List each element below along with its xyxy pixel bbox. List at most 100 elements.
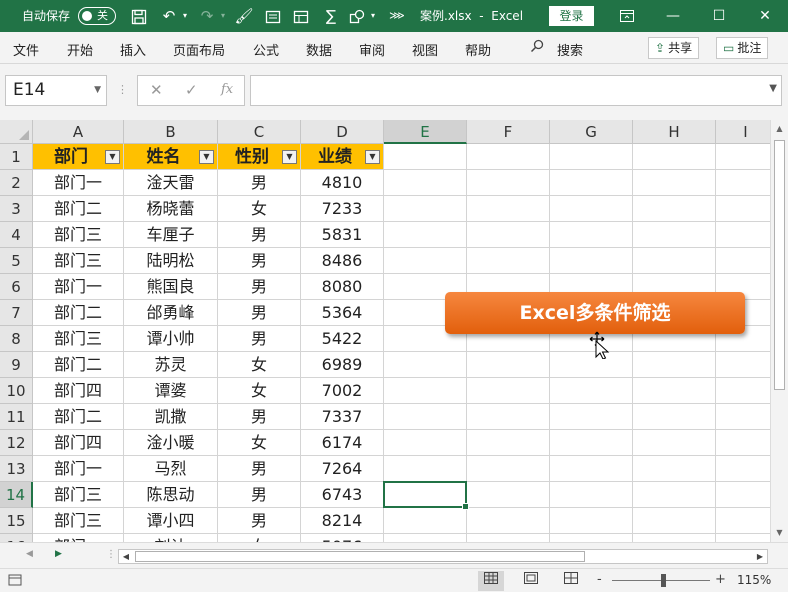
- cell[interactable]: 5364: [301, 300, 384, 326]
- filter-dropdown-icon[interactable]: ▼: [199, 150, 214, 164]
- scroll-up-icon[interactable]: ▲: [771, 124, 788, 133]
- cell[interactable]: 5831: [301, 222, 384, 248]
- cell[interactable]: 车厘子: [124, 222, 218, 248]
- cell[interactable]: [550, 248, 633, 274]
- filter-dropdown-icon[interactable]: ▼: [105, 150, 120, 164]
- row-header-11[interactable]: 11: [0, 404, 33, 430]
- cell[interactable]: [716, 534, 770, 542]
- menu-item-help[interactable]: 帮助: [465, 40, 491, 59]
- row-header-10[interactable]: 10: [0, 378, 33, 404]
- column-header-f[interactable]: F: [467, 120, 550, 144]
- maximize-icon[interactable]: ☐: [696, 0, 742, 32]
- insert-function-icon[interactable]: fx: [221, 82, 233, 97]
- search-label[interactable]: 搜索: [557, 40, 583, 59]
- cell[interactable]: 女: [218, 378, 301, 404]
- comments-button[interactable]: ▭ 批注: [716, 37, 769, 59]
- redo-dropdown-icon[interactable]: ▾: [212, 0, 234, 32]
- row-header-2[interactable]: 2: [0, 170, 33, 196]
- active-cell-selection[interactable]: [383, 481, 469, 510]
- cell[interactable]: 7264: [301, 456, 384, 482]
- cell[interactable]: 4810: [301, 170, 384, 196]
- cell[interactable]: [384, 144, 467, 170]
- cancel-icon[interactable]: ✕: [150, 81, 163, 99]
- cell[interactable]: 6174: [301, 430, 384, 456]
- autosave-toggle[interactable]: 关: [78, 7, 116, 25]
- cell[interactable]: 男: [218, 326, 301, 352]
- cell[interactable]: 部门二: [33, 300, 124, 326]
- cell[interactable]: [716, 170, 770, 196]
- cell[interactable]: [467, 170, 550, 196]
- login-button[interactable]: 登录: [549, 6, 594, 26]
- cell[interactable]: [467, 456, 550, 482]
- ribbon-display-icon[interactable]: [604, 0, 650, 32]
- cell[interactable]: 8486: [301, 248, 384, 274]
- select-all-corner[interactable]: [0, 120, 33, 144]
- cell[interactable]: 谭婆: [124, 378, 218, 404]
- row-header-6[interactable]: 6: [0, 274, 33, 300]
- undo-dropdown-icon[interactable]: ▾: [174, 0, 196, 32]
- cell[interactable]: 男: [218, 300, 301, 326]
- row-header-5[interactable]: 5: [0, 248, 33, 274]
- cell[interactable]: [467, 534, 550, 542]
- cell[interactable]: [716, 378, 770, 404]
- cell[interactable]: [550, 430, 633, 456]
- cell[interactable]: [550, 222, 633, 248]
- horizontal-scroll-thumb[interactable]: [135, 551, 585, 562]
- cell[interactable]: [384, 222, 467, 248]
- scroll-left-icon[interactable]: ◀: [119, 550, 133, 563]
- normal-view-icon[interactable]: [478, 571, 504, 591]
- column-header-h[interactable]: H: [633, 120, 716, 144]
- cell[interactable]: [384, 508, 467, 534]
- cell[interactable]: 部门二: [33, 196, 124, 222]
- menu-item-home[interactable]: 开始: [67, 40, 93, 59]
- chevron-down-icon[interactable]: ▼: [94, 76, 101, 105]
- row-header-3[interactable]: 3: [0, 196, 33, 222]
- cell[interactable]: 刘认: [124, 534, 218, 542]
- cell[interactable]: 女: [218, 534, 301, 542]
- row-header-1[interactable]: 1: [0, 144, 33, 170]
- page-break-view-icon[interactable]: [558, 571, 584, 591]
- row-header-7[interactable]: 7: [0, 300, 33, 326]
- worksheet-grid[interactable]: ABCDEFGHI12345678910111213141516部门▼姓名▼性别…: [0, 120, 770, 542]
- cell[interactable]: [716, 352, 770, 378]
- form-icon[interactable]: [262, 0, 284, 32]
- menu-item-view[interactable]: 视图: [412, 40, 438, 59]
- cell[interactable]: [550, 378, 633, 404]
- cell[interactable]: [384, 248, 467, 274]
- cell[interactable]: 女: [218, 430, 301, 456]
- vertical-scroll-thumb[interactable]: [774, 140, 785, 390]
- cell[interactable]: 7233: [301, 196, 384, 222]
- cell[interactable]: 8080: [301, 274, 384, 300]
- shapes-dropdown-icon[interactable]: ▾: [362, 0, 384, 32]
- cell[interactable]: 部门三: [33, 508, 124, 534]
- share-button[interactable]: ⇪ 共享: [648, 37, 700, 59]
- cell[interactable]: [550, 404, 633, 430]
- column-header-e[interactable]: E: [384, 120, 467, 144]
- cell[interactable]: [384, 378, 467, 404]
- scroll-right-icon[interactable]: ▶: [753, 550, 767, 563]
- menu-item-review[interactable]: 审阅: [359, 40, 385, 59]
- cell[interactable]: 杨晓蕾: [124, 196, 218, 222]
- row-header-14[interactable]: 14: [0, 482, 33, 508]
- cell[interactable]: [467, 222, 550, 248]
- row-header-9[interactable]: 9: [0, 352, 33, 378]
- column-header-a[interactable]: A: [33, 120, 124, 144]
- cell[interactable]: 女: [218, 352, 301, 378]
- cell[interactable]: 部门一: [33, 534, 124, 542]
- cell[interactable]: [716, 196, 770, 222]
- cell[interactable]: [633, 534, 716, 542]
- cell[interactable]: 部门四: [33, 378, 124, 404]
- expand-formula-icon[interactable]: ▼: [769, 83, 777, 94]
- cell[interactable]: [384, 404, 467, 430]
- cell[interactable]: [467, 378, 550, 404]
- cell[interactable]: [716, 482, 770, 508]
- cell[interactable]: 谭小四: [124, 508, 218, 534]
- cell[interactable]: [384, 170, 467, 196]
- cell[interactable]: 7002: [301, 378, 384, 404]
- cell[interactable]: [633, 170, 716, 196]
- cell[interactable]: 男: [218, 508, 301, 534]
- cell[interactable]: [550, 170, 633, 196]
- name-box[interactable]: E14 ▼: [5, 75, 107, 106]
- cell[interactable]: 女: [218, 196, 301, 222]
- cell[interactable]: [384, 352, 467, 378]
